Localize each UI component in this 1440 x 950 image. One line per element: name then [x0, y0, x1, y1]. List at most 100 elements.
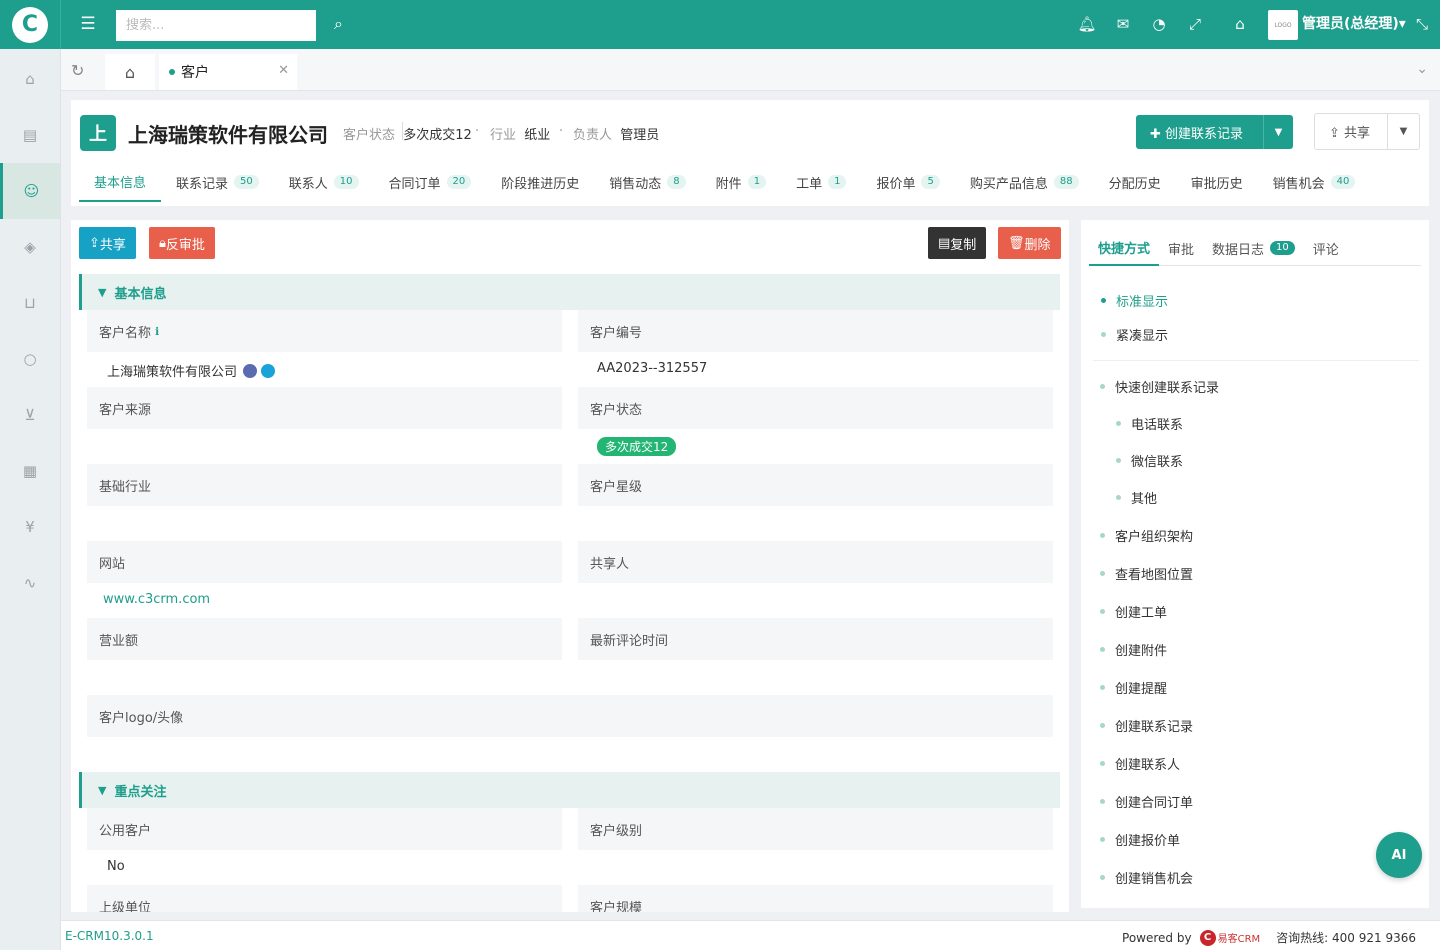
quick-create-record[interactable]: 快速创建联系记录 — [1100, 377, 1219, 396]
caret-down-icon[interactable]: ▼ — [1263, 115, 1293, 149]
close-icon[interactable]: ✕ — [278, 63, 289, 78]
nav-contact-records[interactable]: 联系记录 50 — [161, 162, 274, 202]
avatar[interactable]: LOGO — [1268, 10, 1298, 40]
dashboard-icon[interactable]: ◔ — [1149, 14, 1169, 34]
nav-products[interactable]: 购买产品信息 88 — [955, 162, 1094, 202]
tab-label: 客户 — [181, 65, 209, 81]
field-label: 客户logo/头像 — [87, 695, 1053, 737]
meta-dot: · — [475, 124, 480, 139]
tab-customer[interactable]: 客户 ✕ — [159, 54, 297, 90]
create-contact-record-link[interactable]: 创建联系记录 — [1100, 716, 1193, 735]
company-name-value: 上海瑞策软件有限公司 — [107, 361, 276, 380]
nav-basic-info[interactable]: 基本信息 — [79, 162, 162, 202]
create-order-link[interactable]: 创建合同订单 — [1100, 792, 1193, 811]
unapprove-button[interactable]: 🔒︎ 反审批 — [149, 227, 215, 259]
map-location-link[interactable]: 查看地图位置 — [1100, 564, 1193, 583]
org-structure-link[interactable]: 客户组织架构 — [1100, 526, 1193, 545]
shopping-cart-icon[interactable]: ⊻ — [0, 387, 60, 443]
standard-display-option[interactable]: 标准显示 — [1101, 291, 1168, 310]
website-link[interactable]: www.c3crm.com — [103, 592, 210, 607]
app-logo[interactable]: C — [0, 0, 61, 49]
expand-icon[interactable]: ⤡ — [1412, 14, 1432, 34]
badge-icon[interactable] — [243, 363, 258, 378]
detail-panel: ⇪ 共享 🔒︎ 反审批 ▤ 复制 🗑︎ 删除 ▼ 基本信息 客户名称 ℹ 客户编号 上海瑞策… — [71, 220, 1069, 912]
cart-icon[interactable]: ⊔ — [0, 275, 60, 331]
top-bar: C ☰ ⌕ 🔔︎ ✉ ◔ ⤢ ⌂ LOGO 管理员(总经理)▾ ⤡ — [0, 0, 1440, 49]
user-menu[interactable]: 管理员(总经理)▾ — [1302, 14, 1406, 34]
create-quote-link[interactable]: 创建报价单 — [1100, 830, 1180, 849]
nav-sales-activity[interactable]: 销售动态 8 — [594, 162, 700, 202]
field-label: 客户级别 — [578, 808, 1053, 850]
section-key-focus[interactable]: ▼ 重点关注 — [79, 772, 1060, 808]
info-icon[interactable]: ℹ — [155, 325, 159, 338]
tab-data-log[interactable]: 数据日志 10 — [1203, 230, 1304, 266]
layers-icon[interactable]: ◈ — [0, 219, 60, 275]
field-label: 网站 — [87, 541, 562, 583]
share-action-button[interactable]: ⇪ 共享 — [79, 227, 136, 259]
hotline: 咨询热线: 400 921 9366 — [1276, 931, 1416, 945]
create-opportunity-link[interactable]: 创建销售机会 — [1100, 868, 1193, 887]
menu-toggle-icon[interactable]: ☰ — [78, 14, 98, 34]
nav-attachments[interactable]: 附件 1 — [701, 162, 781, 202]
tab-comments[interactable]: 评论 — [1304, 230, 1348, 266]
search-input[interactable] — [116, 10, 316, 41]
create-contact-link[interactable]: 创建联系人 — [1100, 754, 1180, 773]
nav-quotes[interactable]: 报价单 5 — [861, 162, 954, 202]
field-label: 上级单位 — [87, 885, 562, 912]
yen-icon[interactable]: ¥ — [0, 499, 60, 555]
create-ticket-link[interactable]: 创建工单 — [1100, 602, 1167, 621]
tab-approval[interactable]: 审批 — [1159, 230, 1203, 266]
clipboard-icon[interactable]: ▤ — [0, 107, 60, 163]
chevron-down-icon[interactable]: ⌄ — [1416, 61, 1428, 77]
section-basic-info[interactable]: ▼ 基本信息 — [79, 274, 1060, 310]
share-button[interactable]: ⇪ 共享 ▼ — [1314, 113, 1420, 150]
tab-bar: ↻ ⌂ 客户 ✕ ⌄ — [61, 49, 1440, 91]
home-tab-icon[interactable]: ⌂ — [105, 54, 155, 90]
create-attachment-link[interactable]: 创建附件 — [1100, 640, 1167, 659]
wechat-contact-link[interactable]: 微信联系 — [1116, 451, 1183, 470]
create-contact-record-button[interactable]: ✚ 创建联系记录 ▼ — [1136, 115, 1293, 149]
ai-assistant-button[interactable]: AI — [1376, 832, 1422, 878]
nav-approval-history[interactable]: 审批历史 — [1176, 162, 1258, 202]
brand-logo: C 易客CRM — [1199, 929, 1260, 946]
other-contact-link[interactable]: 其他 — [1116, 488, 1157, 507]
compact-display-option[interactable]: 紧凑显示 — [1101, 325, 1168, 344]
logo-icon: C — [12, 6, 48, 43]
bell-icon[interactable]: 🔔︎ — [1077, 14, 1097, 34]
phone-contact-link[interactable]: 电话联系 — [1116, 414, 1183, 433]
nav-stage-history[interactable]: 阶段推进历史 — [486, 162, 594, 202]
calendar-icon[interactable]: ▦ — [0, 443, 60, 499]
company-name: 上海瑞策软件有限公司 — [128, 123, 328, 147]
nav-assign-history[interactable]: 分配历史 — [1094, 162, 1176, 202]
create-reminder-link[interactable]: 创建提醒 — [1100, 678, 1167, 697]
record-nav: 基本信息 联系记录 50 联系人 10 合同订单 20 阶段推进历史 销售动态 8 附件… — [79, 162, 1370, 202]
web-icon[interactable] — [261, 363, 276, 378]
tab-shortcuts[interactable]: 快捷方式 — [1089, 230, 1160, 266]
refresh-icon[interactable]: ↻ — [71, 61, 84, 80]
home-icon[interactable]: ⌂ — [0, 51, 60, 107]
field-label: 客户名称 ℹ — [87, 310, 562, 352]
meta-status: 客户状态 多次成交12 — [343, 128, 472, 143]
customer-icon[interactable]: ☺ — [0, 163, 60, 219]
circle-icon[interactable]: ○ — [0, 331, 60, 387]
copy-button[interactable]: ▤ 复制 — [928, 227, 987, 259]
nav-orders[interactable]: 合同订单 20 — [374, 162, 487, 202]
nav-contacts[interactable]: 联系人 10 — [274, 162, 374, 202]
pulse-icon[interactable]: ∿ — [0, 555, 60, 611]
nav-tickets[interactable]: 工单 1 — [781, 162, 861, 202]
nav-opportunities[interactable]: 销售机会 40 — [1258, 162, 1371, 202]
mail-icon[interactable]: ✉ — [1113, 14, 1133, 34]
search-icon[interactable]: ⌕ — [334, 14, 343, 34]
customer-code-value: AA2023--312557 — [597, 361, 708, 376]
version-label: E-CRM10.3.0.1 — [65, 929, 154, 943]
divider — [1093, 360, 1419, 361]
record-header: 上 上海瑞策软件有限公司 客户状态 多次成交12 · 行业 纸业 · 负责人 管… — [71, 100, 1429, 206]
fullscreen-icon[interactable]: ⤢ — [1185, 14, 1205, 34]
footer: E-CRM10.3.0.1 Powered by C 易客CRM 咨询热线: 40… — [61, 920, 1440, 950]
tag-icon[interactable]: ⌂ — [1230, 14, 1250, 34]
delete-button[interactable]: 🗑︎ 删除 — [998, 227, 1061, 259]
chevron-down-icon: ▼ — [98, 783, 107, 797]
company-badge: 上 — [80, 115, 116, 151]
caret-down-icon[interactable]: ▼ — [1387, 113, 1419, 150]
powered-by: Powered by C 易客CRM 咨询热线: 400 921 9366 — [1122, 929, 1416, 946]
